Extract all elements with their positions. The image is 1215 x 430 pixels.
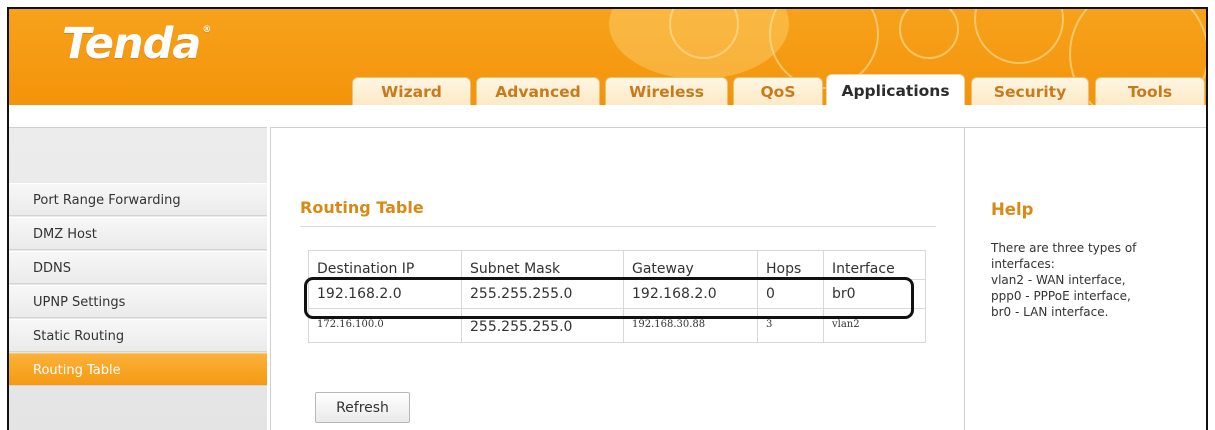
- column-header-subnet-mask: Subnet Mask: [461, 250, 624, 280]
- sidebar-item-ddns[interactable]: DDNS: [9, 251, 267, 284]
- tenda-logo: Tenda ®: [62, 19, 211, 69]
- cell-hops: 0: [757, 279, 824, 309]
- tab-advanced[interactable]: Advanced: [476, 77, 600, 105]
- tab-applications[interactable]: Applications: [826, 74, 965, 105]
- cell-interface: vlan2: [823, 308, 926, 343]
- column-header-interface: Interface: [823, 250, 926, 280]
- cell-subnet-mask: 255.255.255.0: [461, 308, 624, 343]
- header-spacer: [9, 105, 1206, 127]
- sidebar-item-port-range-forwarding[interactable]: Port Range Forwarding: [9, 183, 267, 216]
- help-line: vlan2 - WAN interface,: [991, 273, 1126, 287]
- sidebar-item-static-routing[interactable]: Static Routing: [9, 319, 267, 352]
- sidebar-item-dmz-host[interactable]: DMZ Host: [9, 217, 267, 250]
- sidebar-item-routing-table[interactable]: Routing Table: [9, 353, 267, 386]
- sidebar-item-upnp-settings[interactable]: UPNP Settings: [9, 285, 267, 318]
- table-row: 192.168.2.0 255.255.255.0 192.168.2.0 0 …: [308, 279, 926, 309]
- help-line: ppp0 - PPPoE interface,: [991, 289, 1131, 303]
- help-panel: Help There are three types of interfaces…: [964, 127, 1206, 430]
- tab-qos[interactable]: QoS: [733, 77, 823, 105]
- cell-destination-ip: 172.16.100.0: [308, 308, 462, 343]
- cell-gateway: 192.168.30.88: [623, 308, 758, 343]
- cell-interface: br0: [823, 279, 926, 309]
- title-divider: [300, 226, 936, 227]
- help-line: br0 - LAN interface.: [991, 305, 1109, 319]
- cell-hops: 3: [757, 308, 824, 343]
- tab-wireless[interactable]: Wireless: [605, 77, 728, 105]
- help-line: There are three types of: [991, 241, 1137, 255]
- cell-gateway: 192.168.2.0: [623, 279, 758, 309]
- cell-subnet-mask: 255.255.255.0: [461, 279, 624, 309]
- sidebar: Port Range Forwarding DMZ Host DDNS UPNP…: [9, 127, 267, 430]
- routing-table: Destination IP Subnet Mask Gateway Hops …: [308, 250, 926, 343]
- column-header-gateway: Gateway: [623, 250, 758, 280]
- tab-wizard[interactable]: Wizard: [352, 77, 471, 105]
- tab-tools[interactable]: Tools: [1095, 77, 1205, 105]
- tab-security[interactable]: Security: [971, 77, 1089, 105]
- header-decoration: [899, 9, 959, 59]
- cell-destination-ip: 192.168.2.0: [308, 279, 462, 309]
- main-panel: Routing Table Destination IP Subnet Mask…: [270, 127, 964, 430]
- registered-mark: ®: [202, 25, 211, 35]
- table-header-row: Destination IP Subnet Mask Gateway Hops …: [308, 250, 926, 280]
- router-admin-window: Tenda ® Wizard Advanced Wireless QoS Appl…: [7, 7, 1208, 430]
- page-title: Routing Table: [300, 198, 424, 217]
- table-row: 172.16.100.0 255.255.255.0 192.168.30.88…: [308, 308, 926, 343]
- help-line: interfaces:: [991, 257, 1055, 271]
- help-title: Help: [991, 200, 1034, 219]
- refresh-button[interactable]: Refresh: [315, 392, 410, 423]
- column-header-destination-ip: Destination IP: [308, 250, 462, 280]
- header-decoration: [974, 9, 1064, 64]
- logo-text: Tenda: [62, 19, 201, 69]
- top-nav-tabs: Wizard Advanced Wireless QoS Application…: [9, 74, 1206, 105]
- column-header-hops: Hops: [757, 250, 824, 280]
- header-banner: Tenda ® Wizard Advanced Wireless QoS Appl…: [9, 9, 1206, 105]
- help-text: There are three types of interfaces: vla…: [991, 240, 1203, 320]
